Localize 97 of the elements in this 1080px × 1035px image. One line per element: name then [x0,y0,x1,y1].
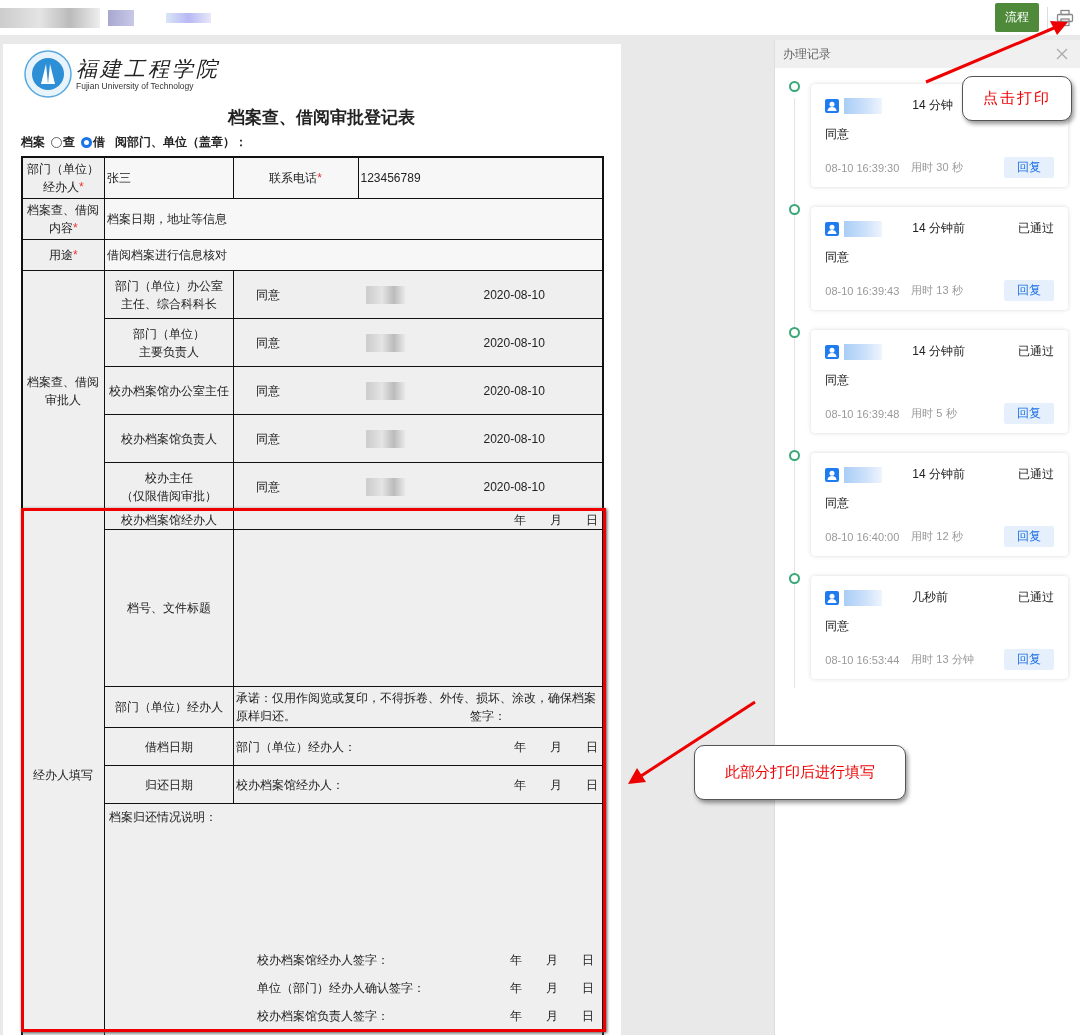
approval-date: 2020-08-10 [483,334,545,352]
reply-button[interactable]: 回复 [1004,403,1054,424]
row-label: 部门（单位）经办人 [104,686,233,728]
field-value: 借阅档案进行信息核对 [104,239,603,271]
approval-date: 2020-08-10 [483,382,545,400]
date-unit: 日 [586,776,598,794]
field-value: 档案日期，地址等信息 [104,198,603,240]
approval-date: 2020-08-10 [483,478,545,496]
reply-button[interactable]: 回复 [1004,280,1054,301]
field-label: 部门（单位）经办人* [22,157,104,199]
approval-opinion: 同意 [255,286,281,304]
duration-text: 用时 13 分钟 [911,652,975,667]
signer-label: 校办档案馆经办人： [235,776,344,794]
duration-text: 用时 12 秒 [911,529,964,544]
date-unit: 月 [546,952,558,969]
callout-bubble: 点击打印 [962,76,1072,121]
status-text: 已通过 [1018,220,1054,237]
reply-button[interactable]: 回复 [1004,649,1054,670]
radio-option[interactable]: 查 [51,133,75,151]
signature-label: 校办档案馆经办人签字： [256,952,389,969]
approver-role: 部门（单位）办公室 [114,278,223,293]
date-unit: 年 [514,776,526,794]
approval-date: 2020-08-10 [483,286,545,304]
timestamp: 08-10 16:39:48 [825,407,900,420]
group-label: 档案查、借阅审批人 [22,270,104,511]
approval-date: 2020-08-10 [483,430,545,448]
date-unit: 年 [510,1008,522,1025]
date-unit: 年 [514,738,526,756]
date-unit: 日 [582,952,594,969]
date-unit: 月 [550,512,562,528]
timestamp: 08-10 16:39:43 [825,284,900,297]
timestamp: 08-10 16:39:30 [825,161,900,174]
signature-label: 单位（部门）经办人确认签字： [256,980,425,997]
time-ago: 14 分钟前 [912,466,965,483]
comment-text: 同意 [825,126,851,143]
form-title: 档案查、借阅审批登记表 [226,107,416,129]
timestamp: 08-10 16:40:00 [825,530,900,543]
return-note-label: 档案归还情况说明： [108,809,218,826]
approval-opinion: 同意 [255,478,281,496]
approver-role: 校办档案馆办公室主任 [108,383,229,398]
approval-opinion: 同意 [255,382,281,400]
field-value: 张三 [104,157,233,199]
date-unit: 月 [546,980,558,997]
signature-label: 校办档案馆负责人签字： [256,1008,389,1025]
reply-button[interactable]: 回复 [1004,157,1054,178]
date-unit: 年 [514,512,526,528]
row-label: 借档日期 [104,727,233,766]
status-text: 已通过 [1018,466,1054,483]
status-text: 已通过 [1018,343,1054,360]
approval-opinion: 同意 [255,430,281,448]
row-label: 归还日期 [104,765,233,804]
timestamp: 08-10 16:53:44 [825,653,900,666]
flow-button[interactable]: 流程 [995,3,1039,32]
group-label: 经办人填写 [22,510,104,1035]
date-unit: 月 [546,1008,558,1025]
date-unit: 年 [510,980,522,997]
logo-name: 福建工程学院 [76,57,220,81]
field-value: 123456789 [358,157,603,199]
logo-subtitle: Fujian University of Technology [76,81,195,91]
date-unit: 年 [510,952,522,969]
duration-text: 用时 5 秒 [911,406,958,421]
status-text: 已通过 [1018,589,1054,606]
row-label: 档号、文件标题 [104,529,233,687]
approver-role: 校办档案馆负责人 [120,431,217,446]
approver-role: 主要负责人 [138,344,199,359]
approver-role: 部门（单位） [132,326,205,341]
time-ago: 14 分钟 [912,97,953,114]
comment-text: 同意 [825,618,851,635]
approver-role: 主任、综合科科长 [120,296,217,311]
date-unit: 日 [586,512,598,528]
date-unit: 月 [550,738,562,756]
field-label: 联系电话* [233,157,358,199]
approver-role: 校办主任 [144,470,193,485]
comment-text: 同意 [825,372,851,389]
date-unit: 日 [582,980,594,997]
pledge-text: 承诺：仅用作阅览或复印，不得拆卷、外传、损坏、涂改，确保档案原样归还。 签字： [235,690,597,725]
time-ago: 几秒前 [912,589,949,606]
date-unit: 日 [586,738,598,756]
signer-label: 部门（单位）经办人： [235,738,356,756]
reply-button[interactable]: 回复 [1004,526,1054,547]
duration-text: 用时 30 秒 [911,160,964,175]
time-ago: 14 分钟前 [912,343,965,360]
date-unit: 日 [582,1008,594,1025]
date-unit: 月 [550,776,562,794]
callout-bubble: 此部分打印后进行填写 [694,745,906,800]
duration-text: 用时 13 秒 [911,283,964,298]
panel-title: 办理记录 [783,45,832,63]
comment-text: 同意 [825,495,851,512]
approval-opinion: 同意 [255,334,281,352]
approver-role: （仅限借阅审批） [120,488,217,503]
radio-option[interactable]: 借 [81,133,105,151]
purpose-label: 档案 [21,133,45,151]
time-ago: 14 分钟前 [912,220,965,237]
field-label: 档案查、借阅内容* [22,198,104,240]
comment-text: 同意 [825,249,851,266]
department-label: 阅部门、单位（盖章）： [115,133,247,151]
field-label: 用途* [22,239,104,271]
